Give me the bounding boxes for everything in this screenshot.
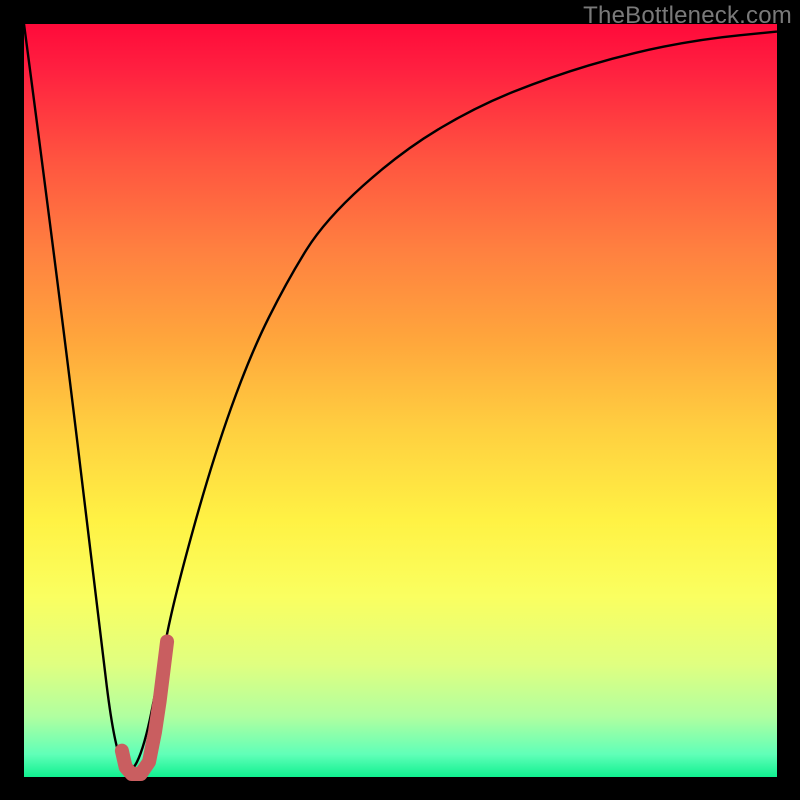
chart-frame: TheBottleneck.com: [0, 0, 800, 800]
plot-border: [0, 0, 800, 800]
watermark-text: TheBottleneck.com: [583, 2, 792, 30]
plot-area: [24, 24, 777, 777]
chart-svg: [24, 24, 777, 777]
bottleneck-curve-path: [24, 24, 777, 769]
highlight-j-marker: [122, 641, 167, 774]
